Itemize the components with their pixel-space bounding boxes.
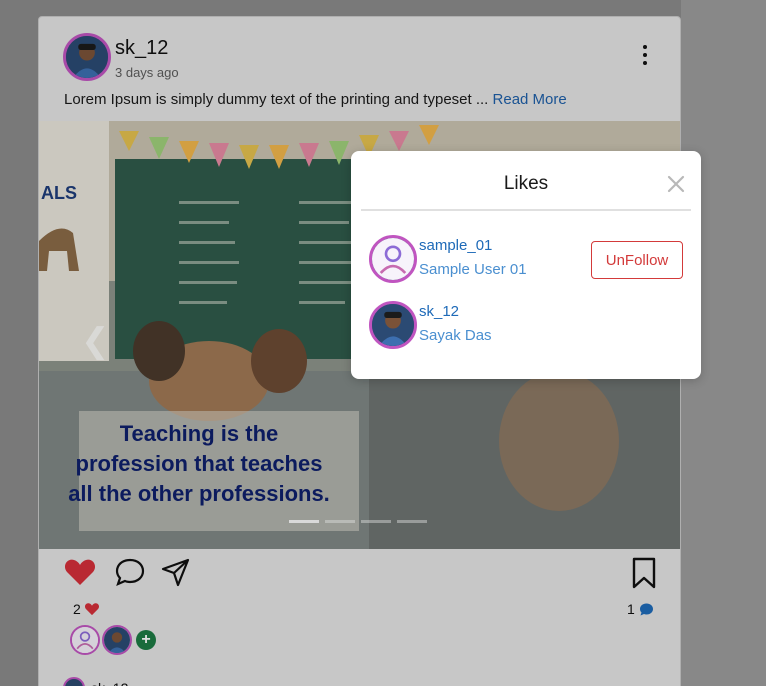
post-actions <box>64 557 664 597</box>
carousel-indicator[interactable] <box>289 520 319 523</box>
bookmark-icon[interactable] <box>631 557 657 589</box>
comment-small-icon <box>639 603 653 615</box>
carousel-prev-icon[interactable]: ❮ <box>81 321 110 361</box>
user-avatar[interactable] <box>369 301 417 349</box>
like-count[interactable]: 2 <box>73 601 100 617</box>
comment-count[interactable]: 1 <box>627 601 655 617</box>
unfollow-button[interactable]: UnFollow <box>591 241 683 279</box>
commenter-username[interactable]: sk_12 <box>91 680 128 686</box>
like-list-item: sk_12 Sayak Das <box>369 301 689 351</box>
user-avatar[interactable] <box>369 235 417 283</box>
post-author-avatar[interactable] <box>63 33 111 81</box>
post-caption: Lorem Ipsum is simply dummy text of the … <box>64 91 567 108</box>
close-icon[interactable] <box>665 173 687 195</box>
commenter-avatar[interactable] <box>63 677 85 686</box>
carousel-indicators <box>289 520 427 523</box>
carousel-indicator[interactable] <box>361 520 391 523</box>
like-username[interactable]: sample_01 <box>419 237 492 254</box>
plus-icon[interactable]: + <box>136 630 156 650</box>
likes-modal: Likes sample_01 Sample User 01 UnFollow … <box>351 151 701 379</box>
like-full-name[interactable]: Sayak Das <box>419 327 492 344</box>
kebab-menu-icon[interactable] <box>640 45 650 65</box>
comment-count-value: 1 <box>627 601 635 617</box>
post-timestamp: 3 days ago <box>115 65 179 80</box>
modal-title: Likes <box>503 173 549 194</box>
send-paper-plane-icon[interactable] <box>160 557 192 587</box>
comment-peek: sk_12 <box>63 677 128 686</box>
like-count-value: 2 <box>73 601 81 617</box>
like-full-name[interactable]: Sample User 01 <box>419 261 527 278</box>
post-username[interactable]: sk_12 <box>115 37 168 60</box>
svg-text:ALS: ALS <box>41 183 77 203</box>
read-more-link[interactable]: Read More <box>493 91 567 108</box>
caption-text: Lorem Ipsum is simply dummy text of the … <box>64 91 489 108</box>
liker-avatar[interactable] <box>70 625 100 655</box>
carousel-indicator[interactable] <box>325 520 355 523</box>
heart-small-icon <box>84 603 99 616</box>
liked-by-avatars: + <box>70 625 156 655</box>
like-username[interactable]: sk_12 <box>419 303 459 320</box>
carousel-indicator[interactable] <box>397 520 427 523</box>
image-quote: Teaching is the profession that teaches … <box>68 421 330 506</box>
comment-bubble-icon[interactable] <box>114 557 146 587</box>
modal-divider <box>361 209 691 211</box>
liker-avatar[interactable] <box>102 625 132 655</box>
heart-filled-icon[interactable] <box>64 557 96 587</box>
